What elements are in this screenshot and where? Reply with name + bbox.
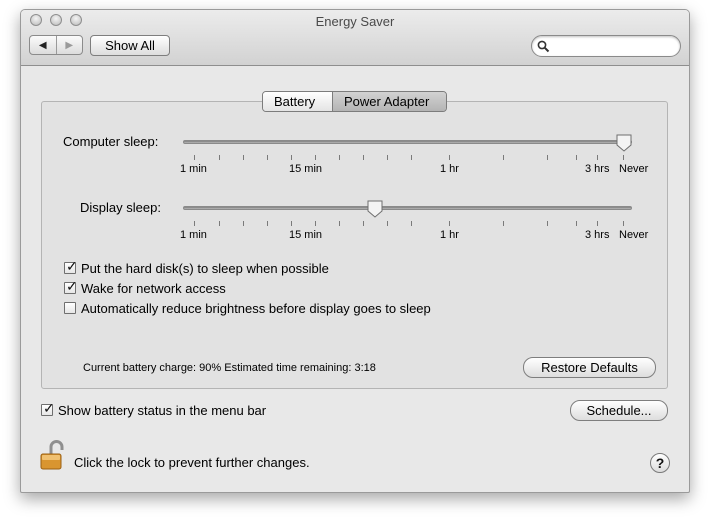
help-button[interactable]: ? (650, 453, 670, 473)
checkmark-icon: ✓ (66, 258, 78, 274)
tick-mark (503, 221, 504, 226)
tick-mark (315, 221, 316, 226)
restore-defaults-button[interactable]: Restore Defaults (523, 357, 656, 378)
tick-mark (597, 221, 598, 226)
tick-mark (291, 155, 292, 160)
tick-mark (576, 155, 577, 160)
tick-mark (411, 221, 412, 226)
power-source-tabs: Battery Power Adapter (262, 91, 447, 112)
tick-mark (291, 221, 292, 226)
tick-mark (219, 221, 220, 226)
tick-mark (243, 155, 244, 160)
computer-sleep-slider-track[interactable] (183, 140, 632, 144)
lock-icon[interactable] (39, 440, 65, 470)
reduce-brightness-label: Automatically reduce brightness before d… (81, 301, 431, 316)
tick-mark (267, 221, 268, 226)
display-sleep-slider-track[interactable] (183, 206, 632, 210)
battery-status-text: Current battery charge: 90% Estimated ti… (83, 362, 376, 374)
toolbar: Energy Saver ◀ ▶ Show All (21, 10, 689, 66)
tick-mark (387, 155, 388, 160)
tick-mark (194, 155, 195, 160)
display-sleep-tick-1hr: 1 hr (440, 229, 459, 241)
energy-saver-window: Energy Saver ◀ ▶ Show All Battery Power … (20, 9, 690, 493)
search-icon (537, 40, 550, 53)
help-icon: ? (655, 455, 665, 471)
computer-sleep-tick-15min: 15 min (289, 163, 323, 175)
display-sleep-slider-thumb[interactable] (367, 200, 383, 218)
tick-mark (243, 221, 244, 226)
hard-disk-sleep-label: Put the hard disk(s) to sleep when possi… (81, 261, 329, 276)
tick-mark (623, 155, 624, 160)
show-battery-status-checkbox[interactable]: ✓ (41, 400, 55, 416)
tick-mark (339, 155, 340, 160)
schedule-button[interactable]: Schedule... (570, 400, 668, 421)
computer-sleep-label: Computer sleep: (63, 134, 159, 149)
show-all-button[interactable]: Show All (90, 35, 170, 56)
display-sleep-tick-never: Never (619, 229, 649, 241)
display-sleep-tick-3hrs: 3 hrs (585, 229, 610, 241)
lock-message: Click the lock to prevent further change… (74, 455, 310, 470)
checkmark-icon: ✓ (43, 400, 55, 416)
search-input[interactable] (554, 38, 676, 56)
tick-mark (503, 155, 504, 160)
display-sleep-label: Display sleep: (80, 200, 161, 215)
forward-arrow-icon: ▶ (65, 39, 74, 51)
tick-mark (597, 155, 598, 160)
tick-mark (267, 155, 268, 160)
show-battery-status-label: Show battery status in the menu bar (58, 403, 267, 418)
computer-sleep-tick-1hr: 1 hr (440, 163, 459, 175)
tab-battery[interactable]: Battery (263, 92, 332, 111)
search-field[interactable] (531, 35, 681, 57)
back-forward-control: ◀ ▶ (29, 35, 83, 55)
tick-mark (547, 221, 548, 226)
computer-sleep-slider-thumb[interactable] (616, 134, 632, 152)
wake-network-checkbox[interactable]: ✓ (64, 278, 78, 294)
tab-power-adapter[interactable]: Power Adapter (332, 92, 446, 111)
tick-mark (339, 221, 340, 226)
tick-mark (363, 221, 364, 226)
tick-mark (363, 155, 364, 160)
tick-mark (547, 155, 548, 160)
computer-sleep-tick-never: Never (619, 163, 649, 175)
back-arrow-icon: ◀ (38, 39, 47, 51)
computer-sleep-tick-3hrs: 3 hrs (585, 163, 610, 175)
tick-mark (449, 155, 450, 160)
wake-network-label: Wake for network access (81, 281, 226, 296)
tick-mark (219, 155, 220, 160)
reduce-brightness-checkbox[interactable] (64, 302, 76, 314)
forward-button[interactable]: ▶ (55, 36, 83, 54)
back-button[interactable]: ◀ (30, 36, 56, 54)
tick-mark (411, 155, 412, 160)
tick-mark (623, 221, 624, 226)
display-sleep-tick-1min: 1 min (180, 229, 207, 241)
hard-disk-sleep-checkbox[interactable]: ✓ (64, 258, 78, 274)
tick-mark (387, 221, 388, 226)
tick-mark (315, 155, 316, 160)
display-sleep-tick-15min: 15 min (289, 229, 323, 241)
tick-mark (449, 221, 450, 226)
tick-mark (194, 221, 195, 226)
tick-mark (576, 221, 577, 226)
checkmark-icon: ✓ (66, 278, 78, 294)
window-title: Energy Saver (315, 14, 395, 29)
computer-sleep-tick-1min: 1 min (180, 163, 207, 175)
